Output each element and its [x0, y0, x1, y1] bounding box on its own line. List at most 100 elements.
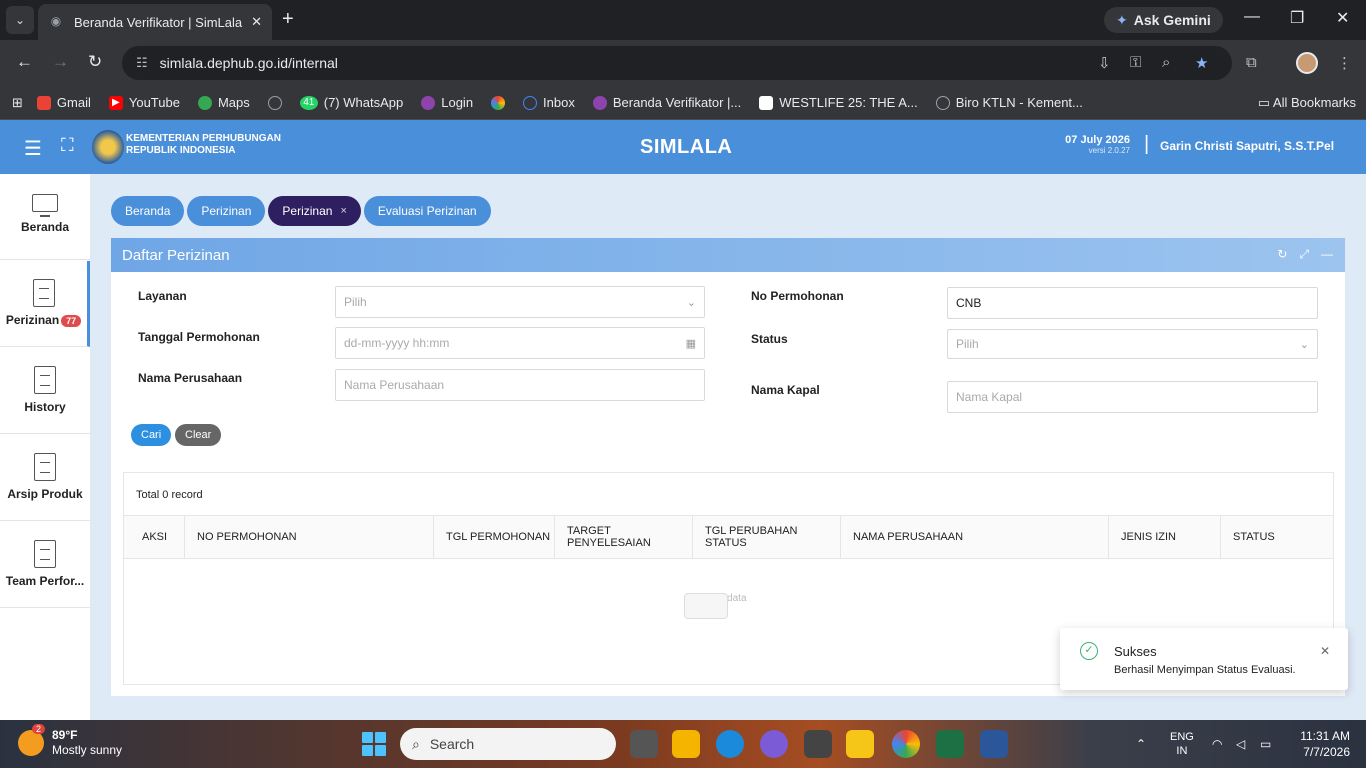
bookmark-biro-ktln[interactable]: Biro KTLN - Kement...: [935, 95, 1083, 110]
taskbar-search[interactable]: ⌕ Search: [400, 728, 616, 760]
crumb-perizinan[interactable]: Perizinan: [187, 196, 266, 226]
nama-perusahaan-input[interactable]: Nama Perusahaan: [335, 369, 705, 401]
task-view-icon[interactable]: [630, 730, 658, 758]
no-permohonan-input[interactable]: CNB: [947, 287, 1318, 319]
calendar-icon: ▦: [685, 337, 696, 350]
bookmark-pinwheel[interactable]: [491, 95, 506, 110]
col-tgl-perubahan-status[interactable]: TGL PERUBAHAN STATUS: [693, 516, 841, 558]
col-no-permohonan[interactable]: NO PERMOHONAN: [185, 516, 434, 558]
excel-icon[interactable]: [936, 730, 964, 758]
tanggal-permohonan-input[interactable]: dd-mm-yyyy hh:mm ▦: [335, 327, 705, 359]
battery-icon[interactable]: ▭: [1260, 720, 1271, 768]
profile-avatar[interactable]: [1296, 52, 1318, 74]
col-tgl-permohonan[interactable]: TGL PERMOHONAN: [434, 516, 555, 558]
crumb-perizinan-active[interactable]: Perizinan ×: [268, 196, 361, 226]
all-bookmarks-button[interactable]: ▭ All Bookmarks: [1258, 95, 1356, 111]
clear-button[interactable]: Clear: [175, 424, 222, 446]
sidebar-item-beranda[interactable]: Beranda: [0, 174, 90, 260]
hamburger-menu-icon[interactable]: ☰: [24, 136, 42, 161]
address-bar-row: ← → ↻ ☷ simlala.dephub.go.id/internal ⇩ …: [0, 40, 1366, 86]
col-jenis-izin[interactable]: JENIS IZIN: [1109, 516, 1221, 558]
ask-gemini-button[interactable]: ✦ Ask Gemini: [1104, 7, 1223, 33]
sidebar-item-team-performance[interactable]: Team Perfor...: [0, 522, 90, 608]
close-tab-icon[interactable]: ✕: [251, 14, 262, 30]
url-omnibox[interactable]: ☷ simlala.dephub.go.id/internal: [122, 46, 1232, 80]
gemini-label: Ask Gemini: [1133, 12, 1211, 28]
header-separator: |: [1144, 133, 1150, 155]
app-name: SIMLALA: [640, 136, 733, 158]
nama-kapal-input[interactable]: Nama Kapal: [947, 381, 1318, 413]
apps-grid-icon[interactable]: ⊞: [12, 95, 23, 111]
weather-widget[interactable]: 2 89°F Mostly sunny: [18, 724, 122, 758]
bookmarks-bar: ⊞ Gmail ▶ YouTube Maps 41 (7) WhatsApp Log…: [0, 86, 1366, 120]
panel-header: Daftar Perizinan ↻ ⤢ —: [111, 238, 1345, 272]
close-crumb-icon[interactable]: ×: [340, 205, 346, 217]
zoom-icon[interactable]: ⌕: [1162, 54, 1170, 71]
bookmark-inbox[interactable]: Inbox: [523, 95, 575, 110]
back-icon[interactable]: ←: [16, 52, 33, 72]
password-key-icon[interactable]: ⚿: [1130, 54, 1141, 71]
url-text: simlala.dephub.go.id/internal: [159, 55, 338, 71]
camera-icon[interactable]: [804, 730, 832, 758]
col-nama-perusahaan[interactable]: NAMA PERUSAHAAN: [841, 516, 1109, 558]
panel-title: Daftar Perizinan: [122, 246, 230, 264]
sidebar-item-arsip-produk[interactable]: Arsip Produk: [0, 435, 90, 521]
col-aksi[interactable]: AKSI: [124, 516, 185, 558]
empty-state: No data: [684, 593, 774, 619]
cari-button[interactable]: Cari: [131, 424, 172, 446]
gemini-icon: ✦: [1116, 11, 1128, 28]
sidebar-item-history[interactable]: History: [0, 348, 90, 434]
sticky-notes-icon[interactable]: [846, 730, 874, 758]
tab-list-button[interactable]: ⌄: [6, 6, 34, 34]
volume-icon[interactable]: ◁: [1236, 720, 1245, 768]
extensions-icon[interactable]: ⧉: [1246, 54, 1257, 71]
browser-menu-icon[interactable]: ⋮: [1337, 54, 1352, 72]
toast-close-icon[interactable]: ✕: [1320, 644, 1330, 658]
install-app-icon[interactable]: ⇩: [1098, 54, 1111, 72]
copilot-icon[interactable]: [760, 730, 788, 758]
col-target-penyelesaian[interactable]: TARGET PENYELESAIAN: [555, 516, 693, 558]
word-icon[interactable]: [980, 730, 1008, 758]
crumb-evaluasi-perizinan[interactable]: Evaluasi Perizinan: [363, 196, 491, 226]
crumb-beranda[interactable]: Beranda: [111, 196, 185, 226]
nama-perusahaan-label: Nama Perusahaan: [138, 371, 243, 385]
breadcrumb: Beranda Perizinan Perizinan × Evaluasi Pe…: [111, 196, 491, 226]
expand-icon[interactable]: ⤢: [1299, 247, 1309, 262]
language-indicator[interactable]: ENG IN: [1170, 720, 1194, 768]
status-select[interactable]: Pilih ⌄: [947, 329, 1318, 359]
browser-tab[interactable]: ◉ Beranda Verifikator | SimLala ✕: [38, 4, 272, 40]
bookmark-star-icon[interactable]: ★: [1195, 54, 1208, 72]
tray-overflow-icon[interactable]: ⌃: [1136, 720, 1146, 768]
restore-icon[interactable]: ❐: [1290, 8, 1304, 28]
status-label: Status: [751, 332, 788, 346]
chevron-down-icon: ⌄: [686, 296, 696, 309]
bookmark-globe[interactable]: [267, 95, 282, 110]
refresh-icon[interactable]: ↻: [1277, 247, 1287, 262]
fullscreen-icon[interactable]: ⛶: [61, 135, 74, 156]
edge-icon[interactable]: [716, 730, 744, 758]
minimize-icon[interactable]: —: [1244, 8, 1260, 26]
collapse-icon[interactable]: —: [1321, 247, 1333, 262]
col-status[interactable]: STATUS: [1221, 516, 1333, 558]
bookmark-gmail[interactable]: Gmail: [36, 95, 91, 110]
site-info-icon[interactable]: ☷: [136, 55, 148, 71]
bookmark-maps[interactable]: Maps: [197, 95, 250, 110]
system-clock[interactable]: 11:31 AM 7/7/2026: [1300, 728, 1350, 760]
window-close-icon[interactable]: ✕: [1336, 8, 1349, 28]
bookmark-beranda[interactable]: Beranda Verifikator |...: [592, 95, 741, 110]
new-tab-button[interactable]: +: [282, 8, 294, 31]
windows-start-icon[interactable]: [362, 732, 386, 756]
chrome-icon[interactable]: [892, 730, 920, 758]
windows-taskbar: 2 89°F Mostly sunny ⌕ Search ⌃ ENG IN ◠ …: [0, 720, 1366, 768]
bookmark-youtube[interactable]: ▶ YouTube: [108, 95, 180, 110]
sidebar-item-perizinan[interactable]: Perizinan 77: [0, 261, 90, 347]
user-name[interactable]: Garin Christi Saputri, S.S.T.Pel: [1160, 139, 1334, 153]
wifi-icon[interactable]: ◠: [1212, 720, 1222, 768]
bookmark-whatsapp[interactable]: 41 (7) WhatsApp: [299, 95, 403, 110]
reload-icon[interactable]: ↻: [88, 52, 102, 72]
bookmark-login[interactable]: Login: [421, 95, 473, 110]
forward-icon[interactable]: →: [52, 52, 69, 72]
bookmark-westlife[interactable]: WESTLIFE 25: THE A...: [759, 95, 918, 110]
layanan-select[interactable]: Pilih ⌄: [335, 286, 705, 318]
file-explorer-icon[interactable]: [672, 730, 700, 758]
